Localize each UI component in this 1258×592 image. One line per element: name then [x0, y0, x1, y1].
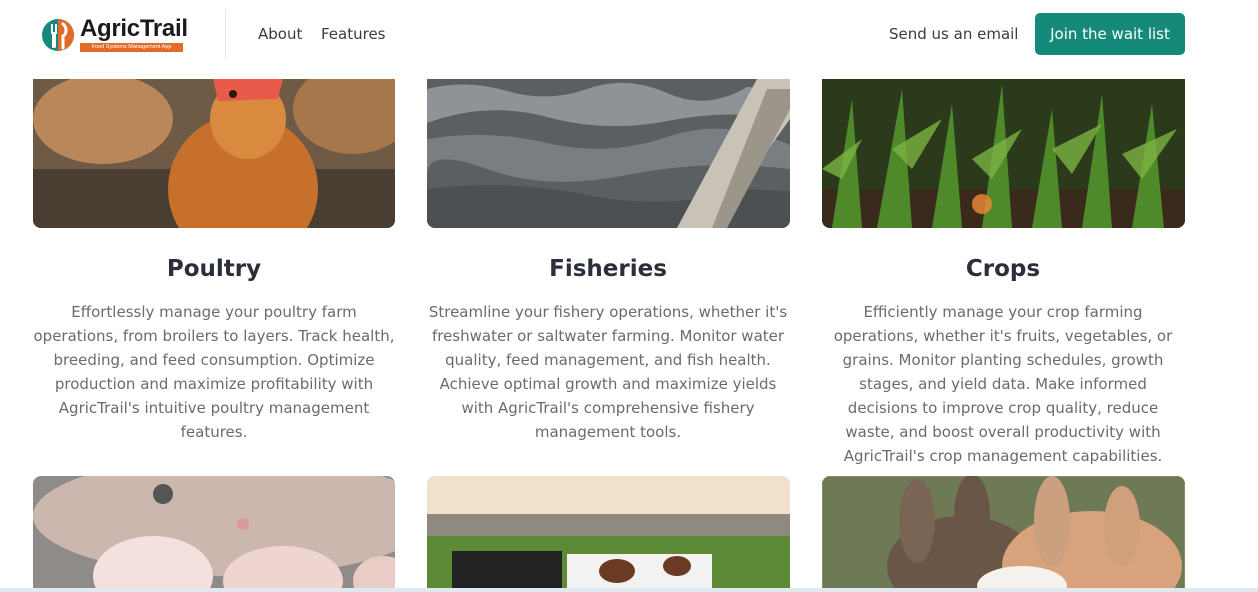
poultry-description: Effortlessly manage your poultry farm op…	[33, 303, 395, 441]
join-waitlist-button[interactable]: Join the wait list	[1035, 13, 1185, 55]
bottom-scroll-edge	[0, 588, 1258, 592]
fisheries-description: Streamline your fishery operations, whet…	[428, 303, 788, 441]
logo[interactable]: AgricTrail Food Systems Management App	[40, 15, 188, 55]
header-divider	[225, 9, 226, 59]
fisheries-title: Fisheries	[549, 256, 667, 282]
fisheries-image	[427, 79, 790, 228]
livestock-pigs-image	[33, 476, 395, 592]
send-email-link[interactable]: Send us an email	[889, 25, 1018, 43]
livestock-cows-image	[427, 476, 790, 592]
logo-name: AgricTrail	[80, 15, 188, 42]
poultry-title: Poultry	[166, 256, 262, 282]
poultry-image	[33, 79, 395, 228]
crops-title: Crops	[965, 256, 1041, 282]
nav-about-link[interactable]: About	[258, 25, 302, 43]
crops-description: Efficiently manage your crop farming ope…	[833, 303, 1173, 465]
fork-knife-logo-icon	[42, 19, 74, 51]
logo-tagline: Food Systems Management App	[80, 43, 183, 52]
crops-image	[822, 79, 1185, 228]
nav-features-link[interactable]: Features	[321, 25, 386, 43]
site-header: AgricTrail Food Systems Management App A…	[0, 0, 1258, 79]
rabbits-image	[822, 476, 1185, 592]
